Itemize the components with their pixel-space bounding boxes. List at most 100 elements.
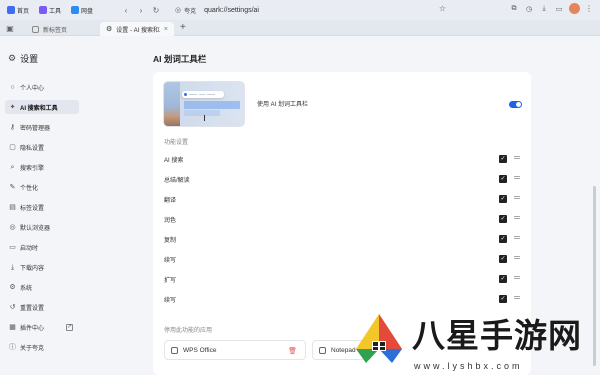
reload-icon[interactable]: ↻ bbox=[150, 4, 162, 16]
extension-icon[interactable]: ⧉ bbox=[509, 4, 519, 14]
feature-checkbox[interactable]: ✓ bbox=[499, 235, 507, 243]
feature-checkbox[interactable]: ✓ bbox=[499, 275, 507, 283]
sidebar-item-search-engine[interactable]: ⌕ 搜索引擎 bbox=[5, 160, 79, 174]
drag-handle-icon[interactable] bbox=[514, 296, 520, 302]
ai-icon: ✦ bbox=[9, 103, 16, 111]
app-label: WPS Office bbox=[183, 346, 217, 354]
tab-settings[interactable]: ⚙ 设置 - AI 搜索和工具 × bbox=[100, 22, 174, 36]
app-icon bbox=[171, 346, 178, 354]
sidebar-item-label: 默认浏览器 bbox=[20, 225, 51, 232]
tab-new-tab[interactable]: 新标签页 bbox=[26, 22, 73, 36]
drag-handle-icon[interactable] bbox=[514, 256, 520, 262]
close-icon[interactable]: × bbox=[164, 26, 168, 33]
history-icon[interactable]: ◷ bbox=[524, 4, 534, 14]
person-icon: ○ bbox=[10, 83, 15, 91]
feature-checkbox[interactable]: ✓ bbox=[499, 155, 507, 163]
sidebar-item-default-browser[interactable]: ◎ 默认浏览器 bbox=[5, 220, 79, 234]
feature-checkbox[interactable]: ✓ bbox=[499, 295, 507, 303]
tab-bar: ▣ 新标签页 ⚙ 设置 - AI 搜索和工具 × + bbox=[0, 20, 600, 36]
feature-checkbox[interactable]: ✓ bbox=[499, 175, 507, 183]
feature-label: 总结/解读 bbox=[164, 177, 190, 184]
reset-icon: ↺ bbox=[9, 303, 16, 311]
drag-handle-icon[interactable] bbox=[514, 196, 520, 202]
drag-handle-icon[interactable] bbox=[514, 276, 520, 282]
sidebar-item-profile[interactable]: ○ 个人中心 bbox=[5, 80, 79, 94]
feature-checkbox[interactable]: ✓ bbox=[499, 215, 507, 223]
page-title: AI 划词工具栏 bbox=[153, 54, 207, 64]
tools-icon bbox=[39, 6, 48, 14]
secure-label: 夸克 bbox=[184, 8, 197, 15]
cloud-icon bbox=[71, 6, 80, 14]
feature-row: 续写 ✓ bbox=[164, 254, 524, 264]
sidebar-item-privacy[interactable]: ▢ 隐私设置 bbox=[5, 140, 79, 154]
bookmark-home[interactable]: 首页 bbox=[4, 3, 32, 17]
sidebar-item-label: 隐私设置 bbox=[20, 145, 45, 152]
sidebar-item-passwords[interactable]: ⚷ 密码管理器 bbox=[5, 120, 79, 134]
sidebar-item-about[interactable]: ⓘ 关于夸克 bbox=[5, 340, 79, 354]
gear-icon: ⚙ bbox=[106, 26, 113, 33]
sidebar-item-tabs[interactable]: ▤ 标签设置 bbox=[5, 200, 79, 214]
sidebar-item-reset[interactable]: ↺ 重置设置 bbox=[5, 300, 79, 314]
download-icon: ⤓ bbox=[10, 263, 15, 271]
feature-label: AI 搜索 bbox=[164, 157, 184, 164]
feature-row: 润色 ✓ bbox=[164, 214, 524, 224]
avatar[interactable] bbox=[569, 3, 580, 14]
feature-row: AI 搜索 ✓ bbox=[164, 154, 524, 164]
tab-list-icon[interactable]: ▣ bbox=[4, 22, 16, 34]
sidebar-toggle-icon[interactable]: ▭ bbox=[554, 4, 564, 14]
watermark: 八星手游网 www.lyshbx.com bbox=[350, 309, 600, 375]
sidebar-item-startup[interactable]: ▭ 启动时 bbox=[5, 240, 79, 254]
trash-icon[interactable]: 🗑 bbox=[288, 347, 297, 355]
feature-label: 翻译 bbox=[164, 197, 177, 204]
tab-icon: ▤ bbox=[9, 203, 16, 211]
system-icon: ⚙ bbox=[9, 283, 16, 291]
shield-icon: ◎ bbox=[175, 7, 182, 14]
external-link-icon: ↗ bbox=[66, 323, 73, 331]
page-icon bbox=[32, 25, 39, 33]
back-icon[interactable]: ‹ bbox=[120, 4, 132, 16]
sidebar-title-text: 设置 bbox=[20, 54, 39, 64]
drag-handle-icon[interactable] bbox=[514, 216, 520, 222]
watermark-brand: 八星手游网 bbox=[412, 316, 582, 355]
ai-toolbar-toggle[interactable] bbox=[509, 101, 522, 108]
watermark-domain: www.lyshbx.com bbox=[414, 361, 523, 371]
bookmark-label: 首页 bbox=[17, 8, 30, 15]
plugin-icon: ▦ bbox=[9, 323, 16, 331]
sidebar-item-label: 标签设置 bbox=[20, 205, 45, 212]
sidebar-item-ai[interactable]: ✦ AI 搜索和工具 bbox=[5, 100, 79, 114]
home-icon bbox=[7, 6, 15, 14]
sidebar-item-personalize[interactable]: ✎ 个性化 bbox=[5, 180, 79, 194]
url-text[interactable]: quark://settings/ai bbox=[204, 7, 259, 14]
new-tab-button[interactable]: + bbox=[180, 22, 186, 33]
bookmark-cloud[interactable]: 网盘 bbox=[68, 3, 96, 17]
forward-icon[interactable]: › bbox=[135, 4, 147, 16]
drag-handle-icon[interactable] bbox=[514, 176, 520, 182]
sidebar-item-label: 启动时 bbox=[20, 245, 39, 252]
star-icon[interactable]: ☆ bbox=[439, 4, 446, 13]
sidebar-item-downloads[interactable]: ⤓ 下载内容 bbox=[5, 260, 79, 274]
feature-label: 复制 bbox=[164, 237, 177, 244]
feature-label: 续写 bbox=[164, 297, 177, 304]
feature-row: 复制 ✓ bbox=[164, 234, 524, 244]
bookmark-label: 工具 bbox=[49, 8, 62, 15]
main-toggle-label: 使用 AI 划词工具栏 bbox=[257, 102, 309, 108]
bookmark-label: 网盘 bbox=[81, 8, 94, 15]
drag-handle-icon[interactable] bbox=[514, 156, 520, 162]
sidebar-item-plugins[interactable]: ▦ 插件中心 ↗ bbox=[5, 320, 79, 334]
sidebar-item-label: 搜索引擎 bbox=[20, 165, 45, 172]
sidebar-item-label: 个性化 bbox=[20, 185, 39, 192]
sidebar-item-label: 插件中心 bbox=[20, 325, 45, 332]
download-icon[interactable]: ⤓ bbox=[539, 4, 549, 14]
bookmark-tools[interactable]: 工具 bbox=[36, 3, 64, 17]
sidebar-title: ⚙ 设置 bbox=[8, 52, 38, 65]
menu-icon[interactable]: ⋮ bbox=[585, 4, 593, 13]
feature-row: 翻译 ✓ bbox=[164, 194, 524, 204]
feature-checkbox[interactable]: ✓ bbox=[499, 255, 507, 263]
address-bar[interactable]: ◎ 夸克 quark://settings/ai ☆ bbox=[175, 3, 450, 17]
feature-label: 扩写 bbox=[164, 277, 177, 284]
sidebar-item-label: 个人中心 bbox=[20, 85, 45, 92]
sidebar-item-system[interactable]: ⚙ 系统 bbox=[5, 280, 79, 294]
feature-row: 总结/解读 ✓ bbox=[164, 174, 524, 184]
drag-handle-icon[interactable] bbox=[514, 236, 520, 242]
feature-checkbox[interactable]: ✓ bbox=[499, 195, 507, 203]
